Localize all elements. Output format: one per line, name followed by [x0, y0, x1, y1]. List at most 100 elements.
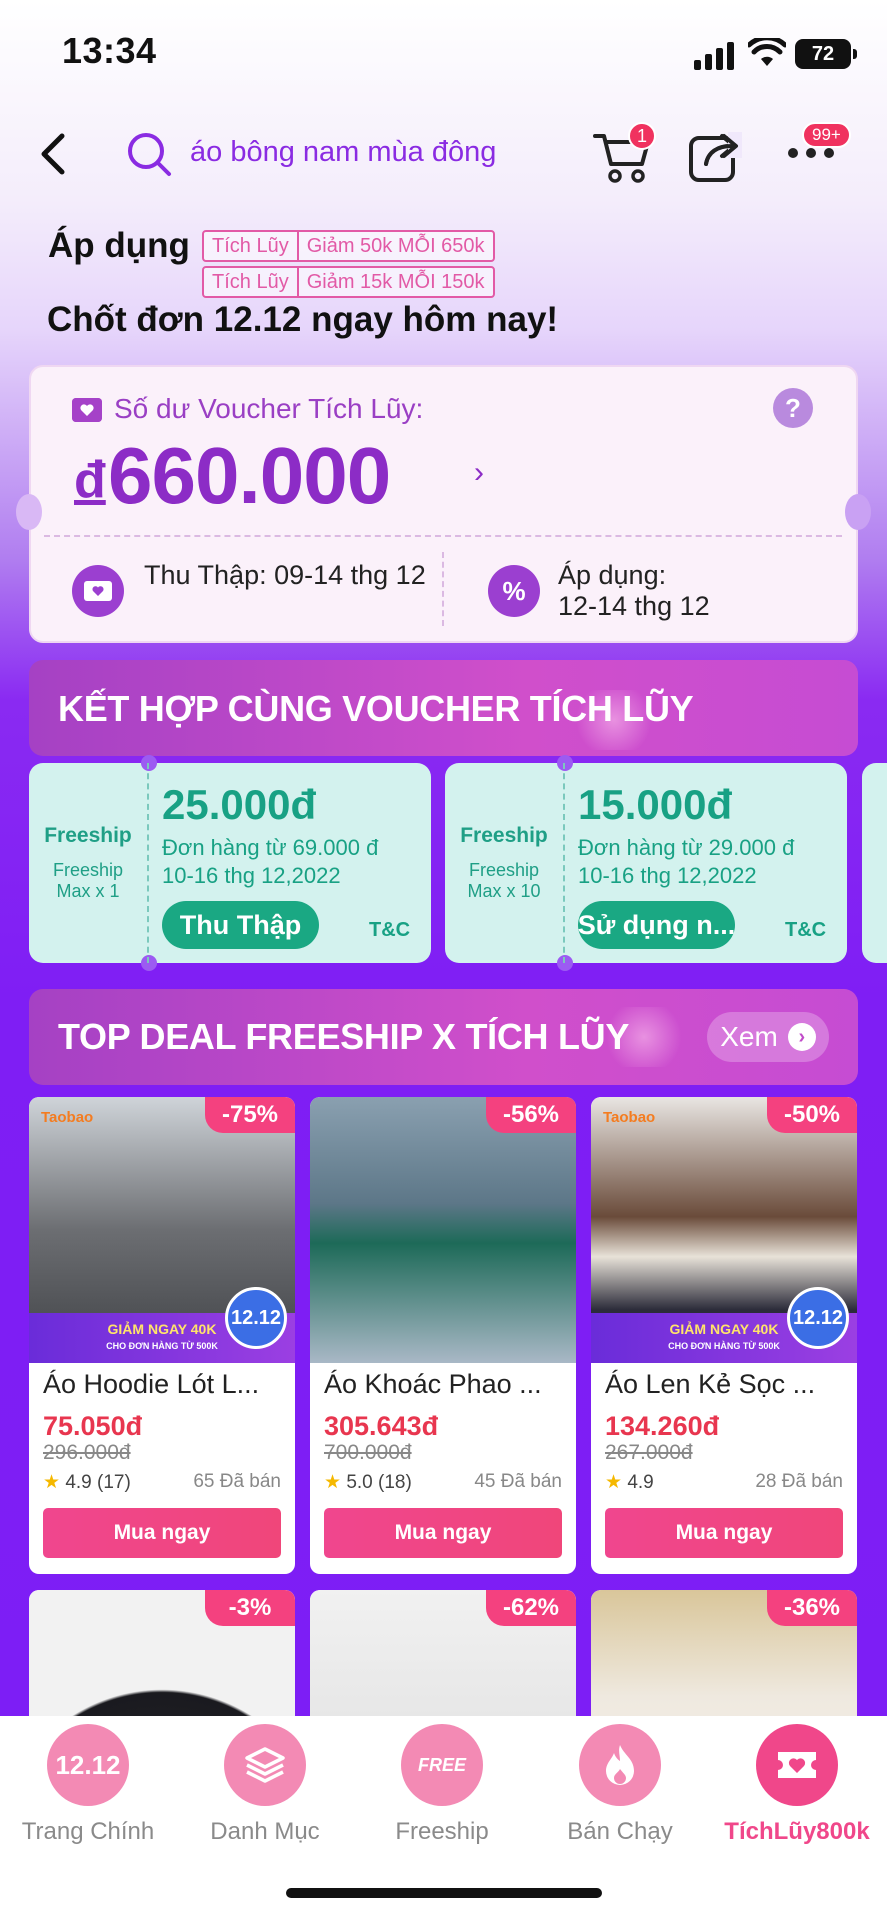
search-input[interactable]: áo bông nam mùa đông: [190, 136, 496, 169]
freeship-voucher[interactable]: Freeship Freeship Max x 10 15.000đ Đơn h…: [445, 755, 847, 971]
brand-logo: Taobao: [603, 1109, 656, 1126]
promo-text: GIẢM NGAY 40K: [669, 1321, 779, 1337]
voucher-tag-type: Tích Lũy: [204, 268, 299, 296]
product-image[interactable]: [310, 1097, 576, 1363]
rating: ★ 5.0 (18): [324, 1471, 412, 1494]
product-price: 134.260đ: [605, 1411, 720, 1441]
nav-label: Trang Chính: [21, 1818, 155, 1845]
nav-item-home[interactable]: 12.12 Trang Chính: [8, 1724, 168, 1846]
search-icon[interactable]: [125, 130, 173, 178]
view-more-button[interactable]: Xem ›: [707, 1012, 829, 1062]
star-icon: ★: [43, 1472, 61, 1493]
sold-count: 45 Đã bán: [474, 1471, 562, 1492]
nav-label: TíchLũy800k: [724, 1818, 870, 1845]
voucher-type-block: Freeship Freeship Max x 1: [29, 763, 149, 963]
divider: [44, 535, 842, 537]
apply-period-label: Áp dụng:: [558, 560, 667, 590]
product-name: Áo Hoodie Lót L...: [43, 1369, 260, 1399]
sold-count: 65 Đã bán: [193, 1471, 281, 1492]
product-price: 305.643đ: [324, 1411, 439, 1441]
ticket-icon: [72, 398, 102, 422]
original-price: 267.000đ: [605, 1441, 693, 1464]
product-price: 75.050đ: [43, 1411, 143, 1441]
nav-item-freeship[interactable]: FREE Freeship: [362, 1724, 522, 1846]
voucher-amount: 25.000đ: [162, 781, 317, 828]
product-card[interactable]: Taobao -50% GIẢM NGAY 40K CHO ĐƠN HÀNG T…: [591, 1097, 857, 1574]
rating-value: 5.0: [346, 1472, 373, 1493]
page-headline: Chốt đơn 12.12 ngay hôm nay!: [47, 300, 559, 339]
apply-label: Áp dụng: [48, 226, 190, 265]
more-icon[interactable]: [788, 148, 836, 160]
voucher-tag-type: Tích Lũy: [204, 232, 299, 260]
battery-indicator: 72: [795, 39, 857, 69]
share-icon[interactable]: [688, 128, 744, 184]
sold-count: 28 Đã bán: [755, 1471, 843, 1492]
buy-now-button[interactable]: Mua ngay: [605, 1508, 843, 1558]
rating: ★ 4.9: [605, 1471, 654, 1494]
product-card[interactable]: Taobao -75% GIẢM NGAY 40K CHO ĐƠN HÀNG T…: [29, 1097, 295, 1574]
product-name: Áo Khoác Phao ...: [324, 1369, 542, 1399]
terms-link[interactable]: T&C: [785, 919, 826, 942]
view-more-label: Xem: [720, 1021, 778, 1052]
collect-period: Thu Thập: 09-14 thg 12: [144, 560, 426, 590]
freeship-voucher-peek[interactable]: [862, 763, 887, 963]
product-card[interactable]: -56% Áo Khoác Phao ... 305.643đ 700.000đ…: [310, 1097, 576, 1574]
voucher-sub-line: Freeship: [52, 860, 124, 880]
buy-now-button[interactable]: Mua ngay: [324, 1508, 562, 1558]
sale-badge: 12.12: [225, 1287, 287, 1349]
nav-label: Freeship: [395, 1818, 489, 1845]
review-count: (18): [378, 1472, 412, 1493]
product-name: Áo Len Kẻ Sọc ...: [605, 1369, 816, 1399]
voucher-tag-text: Giảm 15k MỖI 150k: [306, 270, 485, 293]
star-icon: ★: [324, 1472, 342, 1493]
voucher-tag: Tích Lũy Giảm 50k MỖI 650k: [202, 230, 495, 262]
chevron-right-icon: ›: [787, 1023, 816, 1051]
discount-badge: -3%: [205, 1590, 295, 1626]
voucher-type: Freeship: [44, 824, 132, 847]
voucher-sub: Freeship Max x 10: [467, 860, 540, 902]
star-icon: ★: [605, 1472, 623, 1493]
original-price: 296.000đ: [43, 1441, 131, 1464]
terms-link[interactable]: T&C: [369, 919, 410, 942]
cart-badge: 1: [628, 122, 656, 150]
freeship-voucher[interactable]: Freeship Freeship Max x 1 25.000đ Đơn hà…: [29, 755, 431, 971]
buy-now-button[interactable]: Mua ngay: [43, 1508, 281, 1558]
free-label: FREE: [417, 1754, 466, 1775]
currency-symbol: đ: [74, 451, 106, 509]
help-icon[interactable]: ?: [773, 388, 813, 428]
brand-logo: Taobao: [41, 1109, 94, 1126]
voucher-amount: 15.000đ: [578, 781, 733, 828]
flame-icon: [579, 1724, 661, 1806]
voucher-balance-label: Số dư Voucher Tích Lũy:: [114, 393, 424, 424]
free-shipping-icon: FREE: [401, 1724, 483, 1806]
voucher-type: Freeship: [460, 824, 548, 847]
discount-badge: -75%: [205, 1097, 295, 1133]
original-price: 700.000đ: [324, 1441, 412, 1464]
voucher-date: 10-16 thg 12,2022: [162, 863, 341, 888]
chevron-right-icon[interactable]: ›: [474, 456, 484, 490]
voucher-date: 10-16 thg 12,2022: [578, 863, 757, 888]
nav-item-categories[interactable]: Danh Mục: [185, 1724, 345, 1846]
more-badge: 99+: [802, 122, 851, 148]
back-icon[interactable]: [36, 130, 70, 178]
use-now-button[interactable]: Sử dụng n...: [578, 901, 735, 949]
apply-period: Áp dụng: 12-14 thg 12: [558, 560, 838, 622]
collect-button[interactable]: Thu Thập: [162, 901, 319, 949]
voucher-min-order: Đơn hàng từ 29.000 đ: [578, 835, 795, 860]
review-count: (17): [97, 1472, 131, 1493]
nav-label: Danh Mục: [210, 1818, 320, 1845]
nav-item-accumulate[interactable]: TíchLũy800k: [717, 1724, 877, 1846]
status-time: 13:34: [62, 30, 157, 71]
wifi-icon: [748, 38, 786, 66]
voucher-balance-amount: 660.000: [108, 431, 391, 520]
voucher-tag-text: Giảm 50k MỖI 650k: [306, 234, 485, 257]
signal-icon: [694, 40, 736, 70]
divider: [442, 552, 444, 626]
sale-1212-icon: 12.12: [47, 1724, 129, 1806]
apply-period-date: 12-14 thg 12: [558, 591, 710, 621]
home-indicator[interactable]: [286, 1888, 602, 1898]
discount-badge: -36%: [767, 1590, 857, 1626]
nav-item-bestseller[interactable]: Bán Chạy: [540, 1724, 700, 1846]
sale-badge: 12.12: [787, 1287, 849, 1349]
nav-label: Bán Chạy: [567, 1818, 673, 1845]
